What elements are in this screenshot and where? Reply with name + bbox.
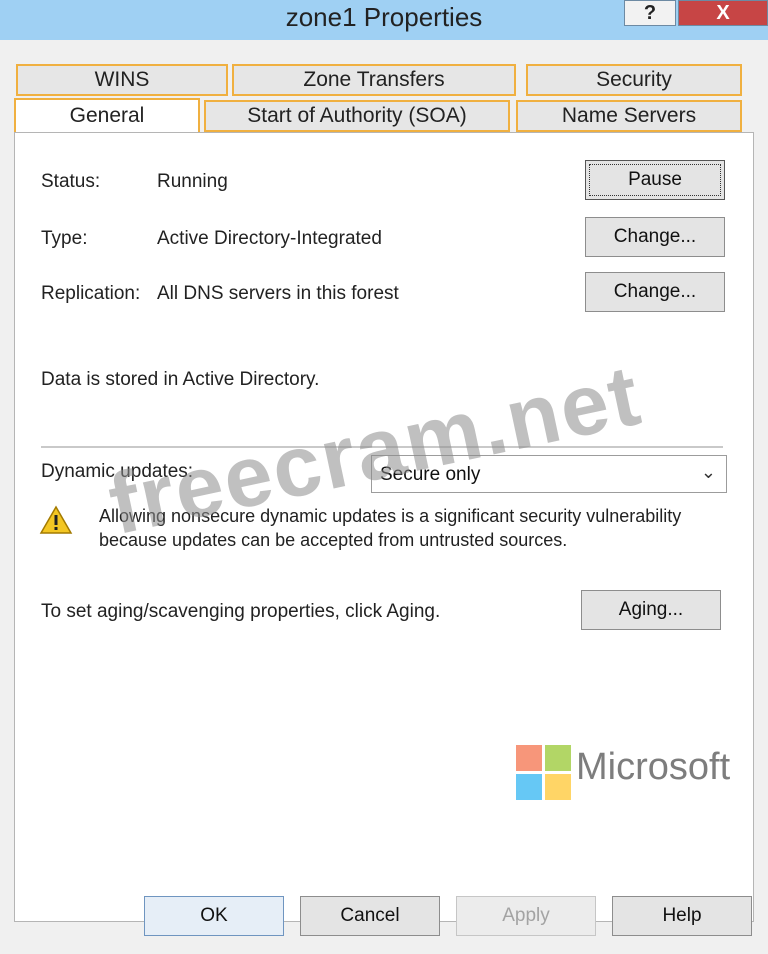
logo-square-green [545,745,571,771]
aging-button[interactable]: Aging... [581,590,721,630]
dialog-window: zone1 Properties ? X WINS Zone Transfers… [0,0,768,954]
apply-button[interactable]: Apply [456,896,596,936]
microsoft-brand-text: Microsoft [576,746,731,788]
help-icon[interactable]: ? [624,0,676,26]
tab-security[interactable]: Security [526,64,742,96]
warning-icon [39,505,73,534]
close-icon[interactable]: X [678,0,768,26]
ok-button[interactable]: OK [144,896,284,936]
chevron-down-icon: ⌄ [700,462,716,482]
type-label: Type: [41,228,88,249]
type-value: Active Directory-Integrated [157,228,382,249]
data-stored-text: Data is stored in Active Directory. [41,369,320,390]
aging-instruction-text: To set aging/scavenging properties, clic… [41,601,441,622]
logo-square-red [516,745,542,771]
general-tab-panel: Status: Running Pause Type: Active Direc… [14,132,754,922]
status-label: Status: [41,171,101,192]
logo-square-blue [516,774,542,800]
cancel-button[interactable]: Cancel [300,896,440,936]
tab-start-of-authority[interactable]: Start of Authority (SOA) [204,100,510,132]
change-replication-button[interactable]: Change... [585,272,725,312]
microsoft-logo-icon [516,745,572,801]
replication-label: Replication: [41,283,141,304]
logo-square-yellow [545,774,571,800]
dialog-client: WINS Zone Transfers Security General Sta… [0,40,768,954]
replication-value: All DNS servers in this forest [157,283,399,304]
tab-zone-transfers[interactable]: Zone Transfers [232,64,516,96]
help-button[interactable]: Help [612,896,752,936]
tab-wins[interactable]: WINS [16,64,228,96]
tab-general[interactable]: General [14,98,200,132]
title-bar[interactable]: zone1 Properties ? X [0,0,768,40]
status-value: Running [157,171,228,192]
focus-rect [589,164,721,196]
pause-button[interactable]: Pause [585,160,725,200]
change-type-button[interactable]: Change... [585,217,725,257]
tab-name-servers[interactable]: Name Servers [516,100,742,132]
